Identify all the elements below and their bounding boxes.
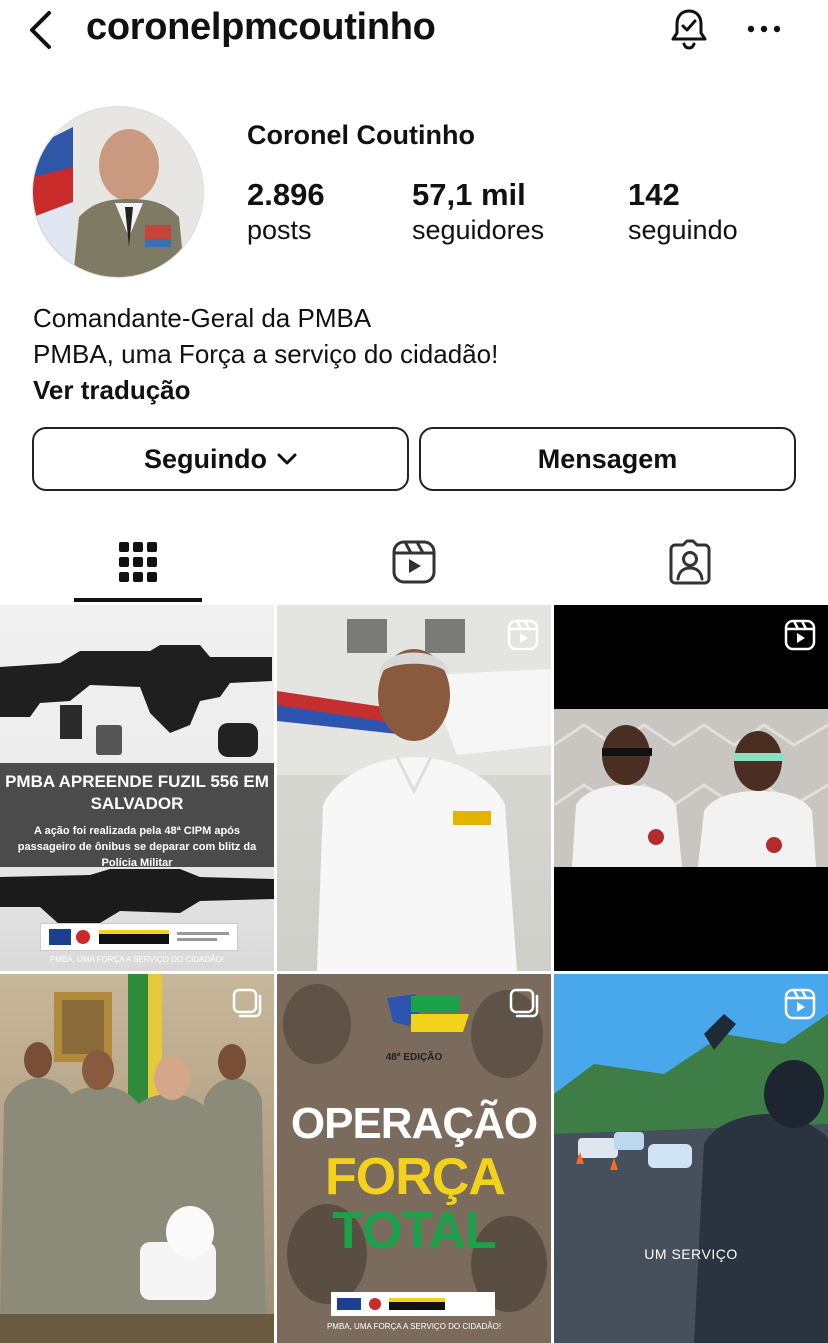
tagged-person-icon <box>669 539 711 585</box>
following-button[interactable]: Seguindo <box>32 427 409 491</box>
bio-line-1: Comandante-Geral da PMBA <box>33 303 372 333</box>
stat-followers[interactable]: 57,1 mil seguidores <box>412 176 544 248</box>
traffic-stop-photo <box>554 974 828 1343</box>
active-tab-indicator <box>74 598 202 602</box>
post-footer-slogan: PMBA, UMA FORÇA A SERVIÇO DO CIDADÃO! <box>49 955 225 964</box>
more-horizontal-icon <box>747 25 781 33</box>
operation-title-line2: FORÇA TOTAL <box>277 1150 551 1258</box>
post-thumbnail-5[interactable]: 48ª EDIÇÃO OPERAÇÃO FORÇA TOTAL PMBA, UM… <box>277 974 551 1343</box>
tab-posts-grid[interactable] <box>0 522 276 602</box>
operation-edition: 48ª EDIÇÃO <box>385 1052 443 1063</box>
tab-tagged[interactable] <box>552 522 828 602</box>
following-button-label: Seguindo <box>144 443 267 474</box>
rifle-image-bottom <box>0 869 274 925</box>
post-thumbnail-1[interactable]: PMBA APREENDE FUZIL 556 EM SALVADOR A aç… <box>0 605 274 971</box>
stat-posts[interactable]: 2.896 posts <box>247 176 325 248</box>
post-footer-slogan: PMBA, UMA FORÇA A SERVIÇO DO CIDADÃO! <box>326 1322 502 1331</box>
stat-following-label: seguindo <box>628 215 738 246</box>
profile-avatar[interactable] <box>32 106 204 278</box>
tab-reels[interactable] <box>276 522 552 602</box>
post-thumbnail-3[interactable] <box>554 605 828 971</box>
operation-title-line1: OPERAÇÃO <box>290 1099 538 1148</box>
reels-icon <box>784 619 816 651</box>
forca-total-logo <box>387 994 469 1032</box>
stat-posts-value: 2.896 <box>247 177 325 212</box>
ceremony-photo <box>0 974 274 1343</box>
stat-followers-label: seguidores <box>412 215 545 246</box>
grid-icon <box>119 542 157 582</box>
kids-photo <box>554 709 828 867</box>
stat-posts-label: posts <box>247 215 312 246</box>
operation-title-word-green: TOTAL <box>332 1202 496 1260</box>
profile-display-name: Coronel Coutinho <box>247 120 475 150</box>
bio-line-2: PMBA, uma Força a serviço do cidadão! <box>33 339 499 369</box>
reels-icon <box>507 619 539 651</box>
bell-check-icon <box>671 9 707 50</box>
stat-following[interactable]: 142 seguindo <box>628 176 738 248</box>
profile-bio: Comandante-Geral da PMBA PMBA, uma Força… <box>33 300 498 408</box>
profile-username: coronelpmcoutinho <box>86 6 436 48</box>
multi-post-icon <box>232 988 262 1018</box>
back-button[interactable] <box>20 8 60 52</box>
chevron-down-icon <box>277 453 297 465</box>
message-button[interactable]: Mensagem <box>419 427 796 491</box>
multi-post-icon <box>509 988 539 1018</box>
post-thumbnail-2[interactable] <box>277 605 551 971</box>
news-banner: PMBA APREENDE FUZIL 556 EM SALVADOR A aç… <box>0 763 274 869</box>
message-button-label: Mensagem <box>537 443 678 474</box>
stat-following-value: 142 <box>628 177 680 212</box>
rifle-image <box>0 645 272 757</box>
see-translation-link[interactable]: Ver tradução <box>33 372 498 408</box>
notifications-button[interactable] <box>666 6 712 52</box>
post-thumbnail-6[interactable]: UM SERVIÇO <box>554 974 828 1343</box>
more-options-button[interactable] <box>742 14 788 44</box>
avatar-photo <box>33 107 203 277</box>
profile-tabs <box>0 522 828 602</box>
government-logos-strip <box>40 923 238 951</box>
reels-icon <box>784 988 816 1020</box>
governor-photo <box>277 605 551 971</box>
reels-icon <box>392 540 436 584</box>
bahia-logo <box>49 929 229 945</box>
chevron-left-icon <box>30 11 51 49</box>
operation-title-word-yellow: FORÇA <box>325 1148 504 1206</box>
banner-title: PMBA APREENDE FUZIL 556 EM SALVADOR <box>5 772 269 813</box>
post-thumbnail-4[interactable] <box>0 974 274 1343</box>
banner-subtitle: A ação foi realizada pela 48ª CIPM após … <box>17 825 257 869</box>
profile-header: coronelpmcoutinho <box>0 0 828 64</box>
stat-followers-value: 57,1 mil <box>412 177 526 212</box>
video-caption: UM SERVIÇO <box>644 1246 738 1262</box>
